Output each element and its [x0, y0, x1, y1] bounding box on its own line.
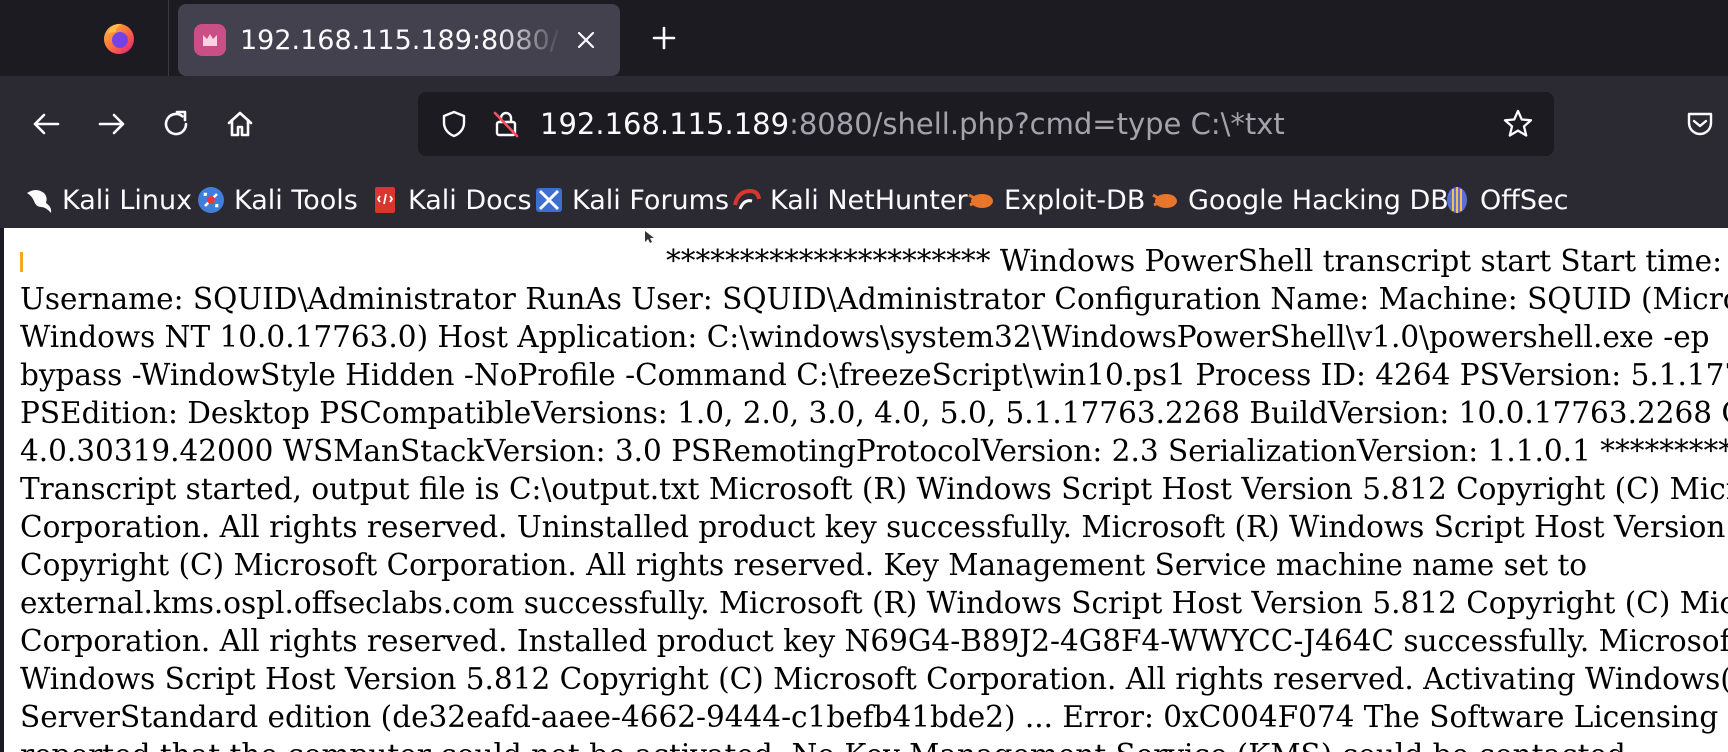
page-line: bypass -WindowStyle Hidden -NoProfile -C… [20, 358, 1728, 392]
close-icon [577, 31, 595, 49]
page-line: ********************** Windows PowerShel… [666, 244, 1728, 278]
tab-favicon-icon [194, 24, 226, 56]
tab-close-button[interactable] [570, 24, 602, 56]
page-line: Transcript started, output file is C:\ou… [20, 472, 1728, 506]
url-text[interactable]: 192.168.115.189:8080/shell.php?cmd=type … [540, 92, 1285, 156]
offsec-icon [1442, 185, 1472, 215]
bookmark-kali-forums[interactable]: Kali Forums [534, 172, 729, 228]
home-icon [227, 111, 253, 137]
page-content[interactable]: ********************** Windows PowerShel… [4, 228, 1728, 752]
bookmark-offsec[interactable]: OffSec [1442, 172, 1568, 228]
bookmark-google-hacking-db[interactable]: Google Hacking DB [1150, 172, 1449, 228]
page-line: Corporation. All rights reserved. Instal… [20, 624, 1728, 658]
arrow-left-icon [33, 113, 60, 135]
page-line: Windows NT 10.0.17763.0) Host Applicatio… [20, 320, 1710, 354]
exploit-db-icon [966, 185, 996, 215]
url-bar[interactable]: 192.168.115.189:8080/shell.php?cmd=type … [418, 92, 1554, 156]
bookmark-kali-docs[interactable]: Kali Docs [370, 172, 532, 228]
bookmark-exploit-db[interactable]: Exploit-DB [966, 172, 1145, 228]
arrow-right-icon [98, 113, 125, 135]
star-icon [1503, 109, 1533, 137]
browser-window: 192.168.115.189:8080/shell.php?cmd=type … [0, 0, 1728, 752]
kali-docs-icon [370, 185, 400, 215]
page-line: 4.0.30319.42000 WSManStackVersion: 3.0 P… [20, 434, 1728, 468]
pocket-button[interactable] [1680, 104, 1720, 144]
new-tab-button[interactable] [646, 20, 682, 56]
kali-forums-icon [534, 185, 564, 215]
tab-strip: 192.168.115.189:8080/shell.php?cmd=type … [0, 0, 1728, 76]
bookmark-page-button[interactable] [1498, 104, 1538, 144]
page-line: Corporation. All rights reserved. Uninst… [20, 510, 1728, 544]
insecure-lock-icon [493, 111, 519, 138]
site-info-button[interactable] [486, 104, 526, 144]
pocket-icon [1687, 112, 1713, 136]
bookmark-label: Kali NetHunter [770, 184, 968, 216]
page-line: external.kms.ospl.offseclabs.com success… [20, 586, 1728, 620]
page-line: PSEdition: Desktop PSCompatibleVersions:… [20, 396, 1728, 430]
reload-button[interactable] [156, 104, 196, 144]
bookmark-label: Kali Docs [408, 184, 532, 216]
tab-title: 192.168.115.189:8080/shell.php?cmd=type … [240, 24, 562, 56]
active-tab[interactable]: 192.168.115.189:8080/shell.php?cmd=type … [178, 4, 620, 76]
kali-dragon-icon [24, 185, 54, 215]
bookmark-label: Exploit-DB [1004, 184, 1146, 216]
bookmark-kali-tools[interactable]: Kali Tools [196, 172, 358, 228]
bookmark-label: Kali Forums [572, 184, 730, 216]
bookmark-label: Kali Linux [62, 184, 193, 216]
tracking-protection-button[interactable] [434, 104, 474, 144]
bookmark-kali-linux[interactable]: Kali Linux [24, 172, 192, 228]
kali-tools-icon [196, 185, 226, 215]
url-path: :8080/shell.php?cmd=type C:\*txt [789, 107, 1285, 141]
page-line: Username: SQUID\Administrator RunAs User… [20, 282, 1728, 316]
page-line: Windows Script Host Version 5.812 Copyri… [20, 662, 1728, 696]
page-text: ********************** Windows PowerShel… [20, 242, 1728, 752]
page-line: Copyright (C) Microsoft Corporation. All… [20, 548, 1588, 582]
forward-button[interactable] [92, 104, 132, 144]
firefox-icon [104, 23, 134, 54]
home-button[interactable] [220, 104, 260, 144]
reload-icon [164, 110, 188, 136]
google-hacking-db-icon [1150, 185, 1180, 215]
page-line: ServerStandard edition (de32eafd-aaee-46… [20, 700, 1728, 734]
url-host: 192.168.115.189 [540, 107, 790, 141]
tab-divider [168, 0, 169, 76]
page-line: reported that the computer could not be … [20, 736, 1728, 752]
bookmark-label: Kali Tools [234, 184, 358, 216]
navigation-toolbar: 192.168.115.189:8080/shell.php?cmd=type … [0, 76, 1728, 172]
bookmark-label: Google Hacking DB [1188, 184, 1449, 216]
shield-icon [442, 110, 466, 138]
firefox-view-button[interactable] [100, 18, 138, 58]
bookmark-label: OffSec [1480, 184, 1569, 216]
kali-nethunter-icon [732, 185, 762, 215]
back-button[interactable] [26, 104, 66, 144]
plus-icon [652, 26, 676, 50]
bookmarks-toolbar: Kali Linux Kali Tools Kali Docs Kali For… [0, 172, 1728, 228]
bookmark-kali-nethunter[interactable]: Kali NetHunter [732, 172, 968, 228]
